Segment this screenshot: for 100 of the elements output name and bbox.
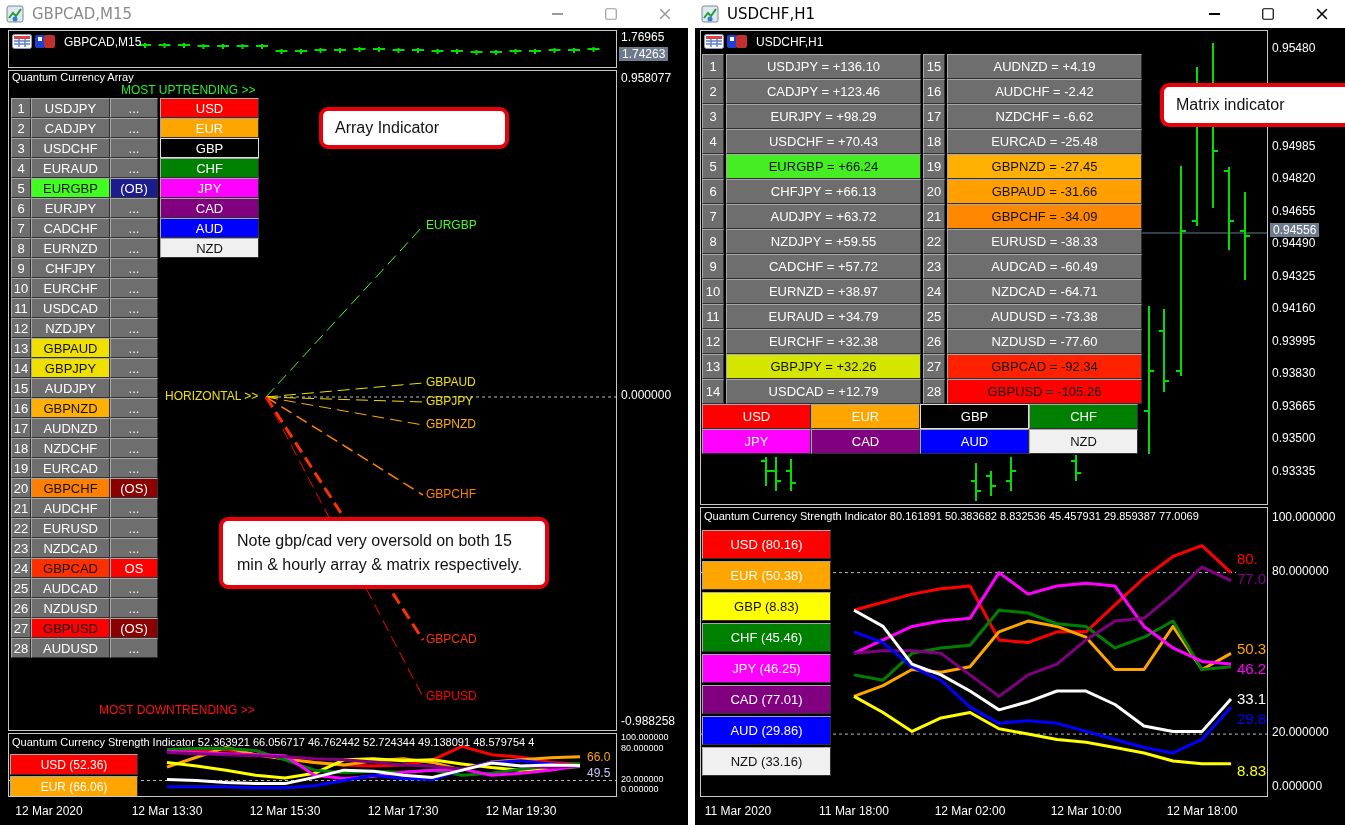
rank-cell: 27	[923, 354, 945, 379]
pair-cell: USDJPY	[31, 98, 110, 118]
pair-cell: EURCAD	[31, 458, 110, 478]
price-axis-label: 1.76965	[621, 31, 665, 45]
table-icon[interactable]	[704, 34, 724, 49]
pair-strength-cell: GBPAUD = -31.66	[947, 179, 1142, 204]
pair-label: EURGBP	[426, 218, 477, 232]
currency-cell: JPY	[702, 429, 811, 454]
status-cell: ...	[110, 238, 158, 258]
pair-strength-cell: GBPCAD = -92.34	[947, 354, 1142, 379]
minimize-icon	[1208, 13, 1220, 15]
price-axis-label: 0.94655	[1272, 204, 1316, 219]
legend-entry: USD (80.16)	[702, 530, 831, 559]
time-axis-label: 12 Mar 19:30	[485, 804, 557, 818]
pair-cell: NZDJPY	[31, 318, 110, 338]
price-axis-label: 0.94325	[1272, 269, 1316, 284]
rank-cell: 17	[923, 104, 945, 129]
legend-entry: GBP (8.83)	[702, 592, 831, 621]
currency-cell: NZD	[160, 238, 259, 258]
time-axis-label: 11 Mar 18:00	[819, 804, 889, 818]
pair-cell: CADCHF	[31, 218, 110, 238]
rank-cell: 20	[923, 179, 945, 204]
value-axis-label: 80.000000	[621, 743, 664, 754]
rank-cell: 3	[11, 138, 31, 158]
table-icon[interactable]	[12, 34, 32, 49]
annotation-callout: Array Indicator	[319, 107, 509, 149]
pair-cell: NZDCAD	[31, 538, 110, 558]
rank-cell: 5	[11, 178, 31, 198]
rank-cell: 19	[923, 154, 945, 179]
pair-strength-cell: EURGBP = +66.24	[726, 154, 921, 179]
status-cell: ...	[110, 598, 158, 618]
pair-cell: GBPCAD	[31, 558, 110, 578]
current-price-tag: 1.74263	[619, 47, 669, 61]
downtrending-label: MOST DOWNTRENDING >>	[99, 703, 255, 717]
pair-cell: EURNZD	[31, 238, 110, 258]
app-icon	[6, 5, 24, 23]
indicator-icon[interactable]	[35, 34, 55, 49]
legend-entry: CAD (77.01)	[702, 685, 831, 714]
rank-cell: 13	[11, 338, 31, 358]
pair-cell: GBPAUD	[31, 338, 110, 358]
currency-cell: JPY	[160, 178, 259, 198]
status-cell: ...	[110, 638, 158, 658]
value-axis-label: 100.000000	[1272, 511, 1336, 525]
rank-cell: 6	[11, 198, 31, 218]
line-end-label: 66.0	[586, 750, 612, 764]
rank-cell: 18	[11, 438, 31, 458]
rank-cell: 24	[923, 279, 945, 304]
value-axis-label: 0.000000	[621, 784, 659, 795]
pair-cell: EURGBP	[31, 178, 110, 198]
rank-cell: 6	[702, 179, 724, 204]
rank-cell: 26	[11, 598, 31, 618]
pair-strength-cell: NZDCAD = -64.71	[947, 279, 1142, 304]
time-axis-label: 12 Mar 02:00	[934, 804, 1006, 818]
rank-cell: 28	[923, 379, 945, 404]
indicator-icon[interactable]	[727, 34, 747, 49]
status-cell: ...	[110, 458, 158, 478]
maximize-icon	[604, 7, 618, 21]
time-axis-label: 12 Mar 13:30	[131, 804, 203, 818]
price-axis-label: 0.93995	[1272, 334, 1316, 349]
rank-cell: 4	[11, 158, 31, 178]
rank-cell: 11	[11, 298, 31, 318]
pair-strength-cell: CADJPY = +123.46	[726, 79, 921, 104]
price-axis-label: 0.95480	[1272, 42, 1316, 56]
rank-cell: 16	[11, 398, 31, 418]
pair-strength-cell: AUDCAD = -60.49	[947, 254, 1142, 279]
time-axis-label: 11 Mar 2020	[704, 804, 772, 818]
rank-cell: 8	[702, 229, 724, 254]
pair-cell: AUDCAD	[31, 578, 110, 598]
status-cell: ...	[110, 258, 158, 278]
status-cell: ...	[110, 338, 158, 358]
pair-strength-cell: CHFJPY = +66.13	[726, 179, 921, 204]
pair-strength-cell: CADCHF = +57.72	[726, 254, 921, 279]
currency-cell: USD	[160, 98, 259, 118]
array-title: Quantum Currency Array	[12, 71, 134, 83]
rank-cell: 19	[11, 458, 31, 478]
legend-entry: EUR (66.06)	[10, 776, 138, 796]
currency-cell: EUR	[160, 118, 259, 138]
pair-strength-cell: EURCHF = +32.38	[726, 329, 921, 354]
pair-cell: GBPJPY	[31, 358, 110, 378]
rank-cell: 13	[702, 354, 724, 379]
status-cell: (OS)	[110, 618, 158, 638]
time-axis-label: 12 Mar 17:30	[367, 804, 439, 818]
legend-entry: AUD (29.86)	[702, 716, 831, 745]
pair-cell: USDCHF	[31, 138, 110, 158]
minimize-icon	[551, 13, 563, 15]
legend-entry: CHF (45.46)	[702, 623, 831, 652]
price-axis-label: 0.93830	[1272, 367, 1316, 381]
legend-entry: NZD (33.16)	[702, 747, 831, 776]
rank-cell: 28	[11, 638, 31, 658]
status-cell: (OS)	[110, 478, 158, 498]
legend-entry: JPY (46.25)	[702, 654, 831, 683]
legend-entry: EUR (50.38)	[702, 561, 831, 590]
currency-cell: AUD	[160, 218, 259, 238]
price-bar	[1005, 456, 1017, 492]
currency-cell: CAD	[811, 429, 920, 454]
time-axis-label: 12 Mar 15:30	[249, 804, 321, 818]
pair-strength-cell: EURAUD = +34.79	[726, 304, 921, 329]
price-axis-label: 0.94985	[1272, 139, 1316, 154]
pair-cell: NZDCHF	[31, 438, 110, 458]
rank-cell: 2	[11, 118, 31, 138]
